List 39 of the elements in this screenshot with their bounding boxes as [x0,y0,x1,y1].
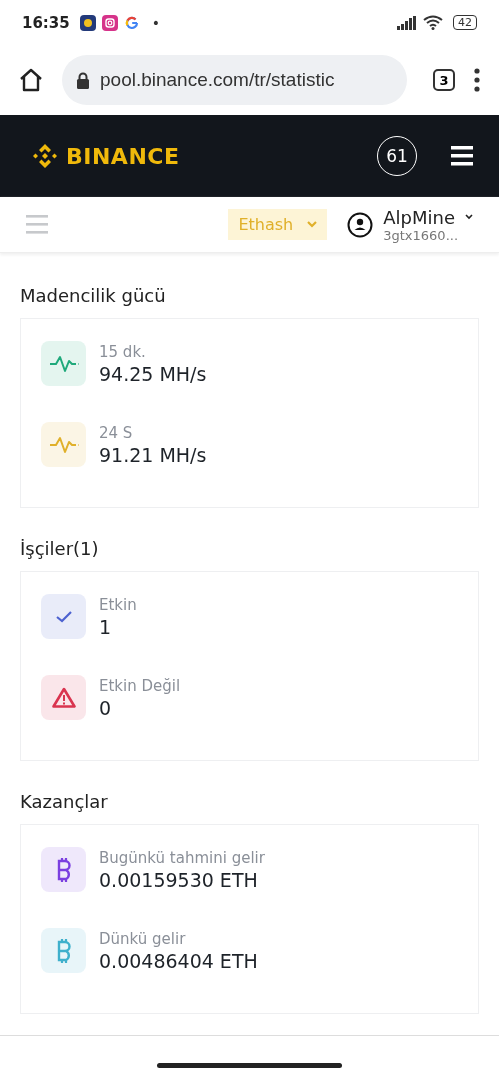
stat-value: 1 [99,615,113,638]
menu-icon[interactable] [451,146,473,166]
section-title: Kazançlar [20,791,109,812]
more-icon[interactable] [473,68,481,92]
stat-value: 0 [99,696,113,719]
stat-label: 24 S [99,423,134,442]
stat-label: Etkin [99,595,137,614]
address-bar[interactable]: pool.binance.com/tr/statistic [62,55,407,105]
stat-label: Dünkü gelir [99,929,187,948]
section-title: Madencilik gücü [20,285,167,306]
lock-icon [76,71,90,89]
stat-value: 0.00486404 ETH [99,949,258,972]
pulse-icon [48,354,79,373]
google-icon [123,14,140,31]
app-icon [79,14,96,31]
account-name[interactable]: AlpMine [383,206,455,228]
logo-text[interactable]: BINANCE [66,143,180,169]
pulse-icon [48,435,79,454]
stat-value: 91.21 MH/s [99,443,207,466]
signal-icon [397,15,417,30]
gesture-bar[interactable] [157,1062,342,1068]
tab-count-button[interactable]: 3 [433,69,455,91]
stat-label: Bugünkü tahmini gelir [99,848,265,867]
caret-icon[interactable] [465,214,473,220]
stat-label: 15 dk. [99,342,147,361]
stat-value: 94.25 MH/s [99,362,207,385]
notification-dot: • [151,14,160,31]
camera-app-icon [101,14,118,31]
user-icon[interactable] [347,211,374,238]
wifi-icon [423,15,443,30]
clock: 16:35 [22,13,70,32]
warning-icon [51,687,76,708]
worker-name: 3gtx1660... [383,227,460,243]
section-title: İşçiler(1) [20,538,100,559]
battery-icon: 42 [453,15,477,30]
home-icon[interactable] [18,67,44,93]
check-icon [54,609,73,624]
stat-value: 0.00159530 ETH [99,868,259,891]
stat-label: Etkin Değil [99,676,181,695]
